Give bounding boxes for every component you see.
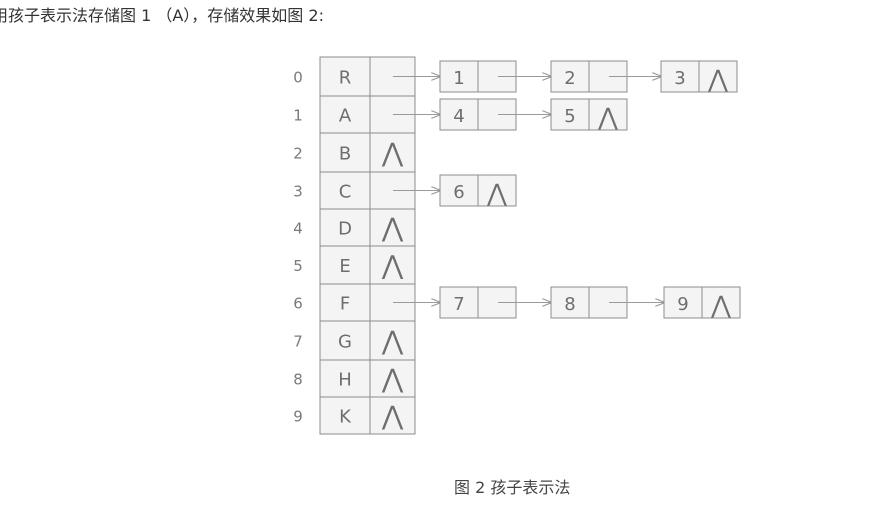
figure-caption: 图 2 孩子表示法: [454, 478, 571, 497]
array-row-4: 4 D ⋀: [293, 208, 416, 247]
child-index: 3: [674, 68, 685, 89]
child-index: 2: [564, 68, 575, 89]
row-index: 7: [293, 333, 303, 351]
child-list-A: 4 5 ⋀: [393, 98, 628, 131]
child-index: 8: [564, 294, 575, 315]
null-pointer-symbol: ⋀: [707, 65, 728, 93]
array-row-7: 7 G ⋀: [293, 320, 416, 361]
child-list-F: 7 8 9 ⋀: [393, 286, 741, 319]
array-row-9: 9 K ⋀: [293, 396, 416, 435]
child-index: 4: [453, 106, 464, 127]
node-data: F: [340, 294, 350, 315]
node-array: 0 R 1 A 2 B ⋀ 3 C 4 D ⋀ 5 E ⋀ 6 F 7 G ⋀ 8 H ⋀ 9 K ⋀: [293, 56, 416, 435]
null-pointer-symbol: ⋀: [381, 251, 404, 281]
node-data: C: [339, 182, 352, 203]
child-index: 1: [453, 68, 464, 89]
null-pointer-symbol: ⋀: [381, 214, 404, 244]
node-data: D: [338, 219, 352, 240]
row-index: 2: [293, 145, 303, 163]
child-index: 5: [564, 106, 575, 127]
node-data: H: [338, 370, 352, 391]
child-lists: 1 2 3 ⋀ 4 5 ⋀ 6 ⋀ 7 8 9 ⋀: [393, 60, 741, 319]
child-list-R: 1 2 3 ⋀: [393, 60, 738, 93]
child-index: 9: [677, 294, 688, 315]
row-index: 1: [293, 107, 303, 125]
array-row-8: 8 H ⋀: [293, 359, 416, 398]
row-index: 9: [293, 408, 303, 426]
row-index: 8: [293, 371, 303, 389]
node-data: R: [339, 68, 352, 89]
null-pointer-symbol: ⋀: [597, 103, 618, 131]
row-index: 5: [293, 257, 303, 275]
row-index: 6: [293, 295, 303, 313]
row-index: 0: [293, 69, 303, 87]
array-row-5: 5 E ⋀: [293, 245, 416, 285]
null-pointer-symbol: ⋀: [486, 179, 507, 207]
null-pointer-symbol: ⋀: [381, 402, 404, 432]
child-index: 6: [453, 182, 464, 203]
child-representation-diagram: 0 R 1 A 2 B ⋀ 3 C 4 D ⋀ 5 E ⋀ 6 F 7 G ⋀ 8 H ⋀ 9 K ⋀ 1 2 3 ⋀ 4 5 ⋀ 6 ⋀ 7 8 9 ⋀: [293, 56, 741, 435]
child-index: 7: [453, 294, 464, 315]
node-data: B: [339, 144, 351, 165]
row-index: 3: [293, 183, 303, 201]
null-pointer-symbol: ⋀: [381, 139, 404, 169]
node-data: K: [339, 407, 352, 428]
node-data: A: [339, 106, 352, 127]
null-pointer-symbol: ⋀: [381, 365, 404, 395]
row-index: 4: [293, 220, 303, 238]
null-pointer-symbol: ⋀: [710, 291, 731, 319]
null-pointer-symbol: ⋀: [381, 327, 404, 357]
array-row-2: 2 B ⋀: [293, 132, 416, 173]
node-data: E: [339, 256, 350, 277]
node-data: G: [338, 332, 352, 353]
